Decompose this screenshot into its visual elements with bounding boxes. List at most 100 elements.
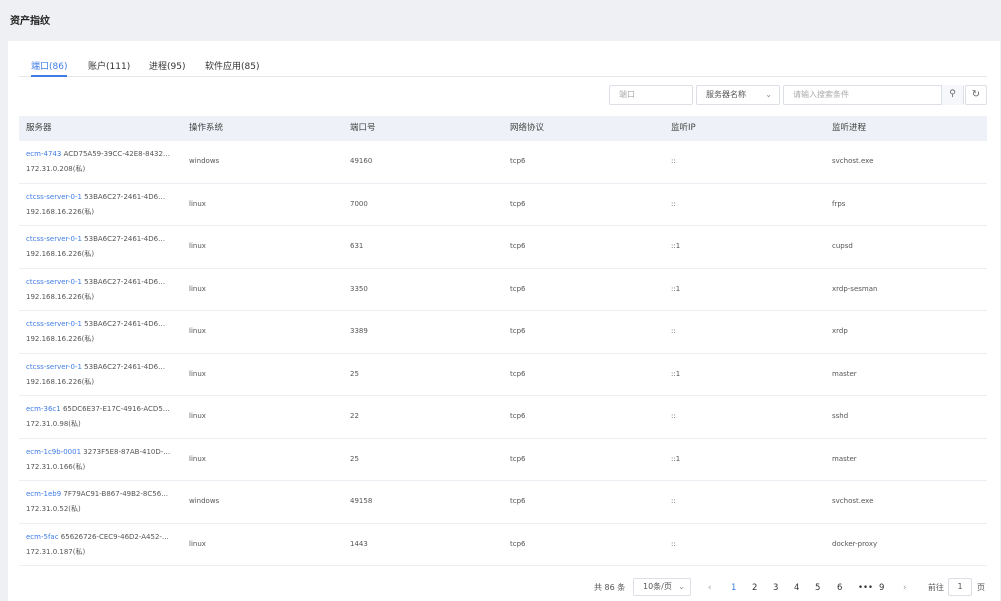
search-button[interactable]: ⚲ [941, 85, 963, 105]
server-ip: 192.168.16.226(私) [26, 377, 95, 386]
page-size-select[interactable]: 10条/页 ⌄ [633, 578, 691, 596]
cell-listen-ip: :: [671, 497, 676, 505]
goto-page-input[interactable]: 1 [948, 578, 972, 596]
cell-os: linux [189, 454, 206, 463]
cell-protocol: tcp6 [510, 242, 526, 250]
page-title: 资产指纹 [10, 16, 50, 27]
server-cell: ecm-4743 ACD75A59-39CC-42E8-8432… [26, 150, 178, 158]
table-row: ecm-36c1 65DC6E37-E17C-4916-ACD5… 172.31.… [19, 396, 987, 439]
cell-process: xrdp-sesman [832, 284, 878, 293]
cell-process: sshd [832, 412, 849, 420]
cell-process: svchost.exe [832, 157, 874, 165]
server-id: ACD75A59-39CC-42E8-8432… [63, 150, 170, 158]
server-name-link[interactable]: ctcss-server-0-1 [26, 363, 82, 371]
server-name-link[interactable]: ctcss-server-0-1 [26, 193, 82, 201]
server-id: 53BA6C27-2461-4D6… [84, 320, 166, 328]
server-name-link[interactable]: ctcss-server-0-1 [26, 278, 82, 286]
chevron-down-icon: ⌄ [765, 90, 772, 99]
refresh-button[interactable]: ↻ [965, 85, 987, 105]
cell-protocol: tcp6 [510, 157, 526, 165]
table-row: ctcss-server-0-1 53BA6C27-2461-4D6… 192.1… [19, 226, 987, 269]
col-os: 操作系统 [189, 123, 224, 133]
table-row: ctcss-server-0-1 53BA6C27-2461-4D6… 192.1… [19, 269, 987, 311]
cell-protocol: tcp6 [510, 284, 526, 293]
cell-os: linux [189, 242, 206, 250]
server-id: 3273F5E8-87AB-410D-… [83, 447, 171, 456]
cell-os: windows [189, 497, 220, 505]
cell-listen-ip: :: [671, 327, 676, 335]
cell-listen-ip: ::1 [671, 369, 681, 378]
server-name-link[interactable]: ecm-36c1 [26, 405, 61, 413]
cell-listen-ip: ::1 [671, 454, 681, 463]
table-row: ctcss-server-0-1 53BA6C27-2461-4D6… 192.1… [19, 311, 987, 354]
cell-listen-ip: :: [671, 157, 676, 165]
server-cell: ctcss-server-0-1 53BA6C27-2461-4D6… [26, 363, 178, 371]
col-listen-ip: 监听IP [671, 123, 696, 133]
field-select[interactable]: 服务器名称 ⌄ [696, 85, 780, 105]
server-name-link[interactable]: ctcss-server-0-1 [26, 235, 82, 243]
field-select-value: 服务器名称 [706, 90, 746, 99]
chevron-left-icon[interactable]: ‹ [708, 581, 711, 595]
tab-bar: 端口(86) 账户(111) 进程(95) 软件应用(85) [19, 57, 987, 77]
cell-listen-ip: :: [671, 412, 676, 420]
cell-port: 3389 [350, 327, 368, 335]
page-number[interactable]: 2 [752, 581, 757, 595]
server-id: 65DC6E37-E17C-4916-ACD5… [62, 405, 170, 413]
port-input[interactable]: 端口 [609, 85, 693, 105]
cell-os: linux [189, 327, 206, 335]
table-row: ecm-1c9b-0001 3273F5E8-87AB-410D-… 172.31… [19, 439, 987, 481]
server-cell: ecm-36c1 65DC6E37-E17C-4916-ACD5… [26, 405, 178, 413]
server-id: 7F79AC91-B867-49B2-8C56… [63, 490, 169, 498]
server-cell: ecm-1c9b-0001 3273F5E8-87AB-410D-… [26, 448, 178, 456]
cell-protocol: tcp6 [510, 497, 526, 505]
search-placeholder: 请输入搜索条件 [793, 90, 849, 99]
server-cell: ctcss-server-0-1 53BA6C27-2461-4D6… [26, 235, 178, 243]
cell-process: master [832, 454, 857, 463]
cell-os: linux [189, 199, 206, 208]
server-name-link[interactable]: ecm-1c9b-0001 [26, 448, 81, 456]
cell-port: 7000 [350, 199, 368, 208]
server-ip: 192.168.16.226(私) [26, 292, 95, 301]
cell-listen-ip: :: [671, 539, 676, 548]
cell-os: linux [189, 412, 206, 420]
server-name-link[interactable]: ctcss-server-0-1 [26, 320, 82, 328]
search-icon: ⚲ [949, 89, 956, 99]
page-unit-label: 页 [977, 583, 985, 592]
cell-protocol: tcp6 [510, 412, 526, 420]
cell-process: frps [832, 199, 846, 208]
tab-port[interactable]: 端口(86) [31, 59, 68, 77]
ports-table: 服务器 操作系统 端口号 网络协议 监听IP 监听进程 ecm-4743 ACD… [19, 116, 987, 566]
cell-port: 631 [350, 242, 364, 250]
tab-process[interactable]: 进程(95) [149, 59, 185, 77]
col-process: 监听进程 [832, 123, 867, 133]
refresh-icon: ↻ [971, 89, 981, 100]
page-number[interactable]: 9 [879, 581, 884, 595]
server-name-link[interactable]: ecm-5fac [26, 533, 59, 541]
server-name-link[interactable]: ecm-4743 [26, 150, 61, 158]
page-number[interactable]: 1 [731, 581, 736, 595]
col-protocol: 网络协议 [510, 123, 545, 133]
col-server: 服务器 [26, 123, 52, 133]
server-id: 53BA6C27-2461-4D6… [84, 235, 166, 243]
table-body: ecm-4743 ACD75A59-39CC-42E8-8432… 172.31.… [19, 141, 987, 566]
cell-port: 3350 [350, 284, 368, 293]
cell-port: 25 [350, 454, 359, 463]
page-number[interactable]: 6 [837, 581, 842, 595]
page-number[interactable]: 3 [773, 581, 778, 595]
cell-port: 25 [350, 369, 359, 378]
page-ellipsis[interactable]: ••• [858, 581, 873, 595]
chevron-down-icon: ⌄ [678, 582, 685, 591]
server-ip: 172.31.0.187(私) [26, 547, 86, 556]
server-cell: ecm-5fac 65626726-CEC9-46D2-A452-… [26, 533, 178, 541]
search-input[interactable]: 请输入搜索条件 [783, 85, 964, 105]
chevron-right-icon[interactable]: › [903, 581, 906, 595]
server-name-link[interactable]: ecm-1eb9 [26, 490, 61, 498]
page-header: 资产指纹 [0, 0, 1001, 40]
page-number[interactable]: 4 [794, 581, 799, 595]
cell-os: linux [189, 284, 206, 293]
tab-software[interactable]: 软件应用(85) [205, 59, 259, 77]
tab-account[interactable]: 账户(111) [88, 59, 130, 77]
page-number[interactable]: 5 [815, 581, 820, 595]
server-cell: ecm-1eb9 7F79AC91-B867-49B2-8C56… [26, 490, 178, 498]
cell-protocol: tcp6 [510, 539, 526, 548]
